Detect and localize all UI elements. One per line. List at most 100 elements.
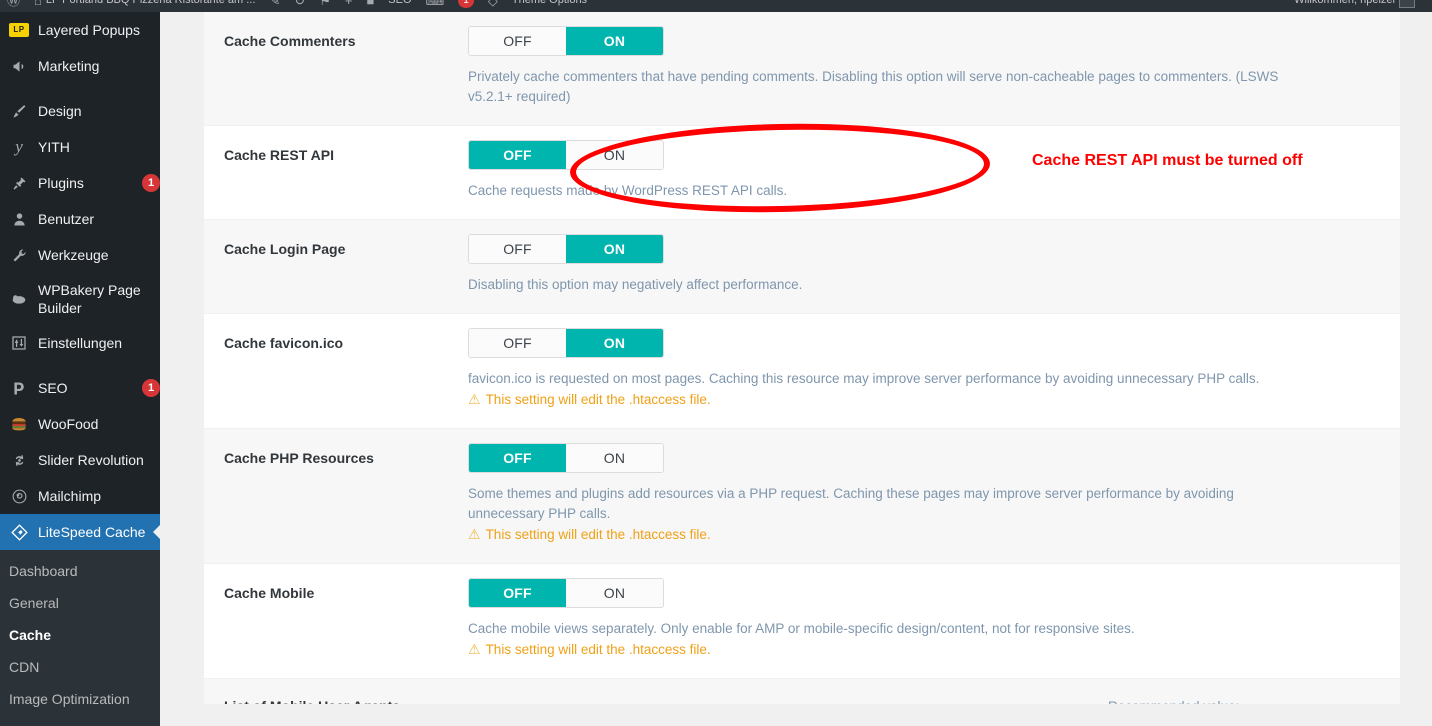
litespeed-icon[interactable]: ◇ (481, 0, 505, 12)
customize-glyph: ✎ (269, 0, 281, 8)
admin-bar-left-group: Ⓦ ⌂ LP Portland BBQ Pizzeria Ristorante … (0, 0, 594, 12)
warning-triangle-icon: ⚠ (468, 526, 481, 542)
mobile-user-agents-columns: Recommended value: (468, 697, 1380, 704)
setting-label: Cache Commenters (224, 33, 356, 49)
mailchimp-icon (9, 486, 29, 506)
cache-favicon-ico-toggle[interactable]: OFF ON (468, 328, 664, 358)
submenu-item-image-optimization[interactable]: Image Optimization (0, 683, 160, 715)
wpbakery-icon (9, 289, 29, 309)
plugins-update-badge: 1 (142, 174, 160, 192)
setting-body: OFF ON favicon.ico is requested on most … (468, 328, 1380, 410)
comments-icon[interactable]: ⌨ (419, 0, 452, 12)
sidebar-item-label: Benutzer (38, 211, 95, 227)
submenu-item-general[interactable]: General (0, 587, 160, 619)
seo-notification-badge: 1 (142, 379, 160, 397)
sidebar-item-yith[interactable]: y YITH (0, 129, 160, 165)
cache-login-page-toggle[interactable]: OFF ON (468, 234, 664, 264)
site-name-menu[interactable]: ⌂ LP Portland BBQ Pizzeria Ristorante am… (27, 0, 262, 12)
toggle-option-on[interactable]: ON (566, 579, 663, 607)
submenu-item-cdn[interactable]: CDN (0, 651, 160, 683)
cache-rest-api-toggle[interactable]: OFF ON (468, 140, 664, 170)
setting-body: Recommended value: (468, 697, 1380, 704)
htaccess-warning: ⚠ This setting will edit the .htaccess f… (468, 390, 1380, 410)
sidebar-item-litespeed-cache[interactable]: LiteSpeed Cache (0, 514, 160, 550)
tools-wrench-icon (9, 245, 29, 265)
toggle-option-off[interactable]: OFF (469, 444, 566, 472)
seo-icon[interactable]: ■ (359, 0, 381, 12)
setting-row-list-of-mobile-user-agents: List of Mobile User Agents Recommended v… (204, 678, 1400, 704)
cache-commenters-toggle[interactable]: OFF ON (468, 26, 664, 56)
toggle-option-on[interactable]: ON (566, 329, 663, 357)
plus-new-icon[interactable]: + (338, 0, 360, 12)
wp-logo-icon[interactable]: Ⓦ (0, 0, 27, 12)
submenu-item-dashboard[interactable]: Dashboard (0, 555, 160, 587)
settings-sliders-icon (9, 333, 29, 353)
admin-screen: Ⓦ ⌂ LP Portland BBQ Pizzeria Ristorante … (0, 0, 1432, 726)
sidebar-item-einstellungen[interactable]: Einstellungen (0, 325, 160, 361)
layered-popups-icon-glyph: LP (9, 23, 29, 37)
sidebar-item-layered-popups[interactable]: LP Layered Popups (0, 12, 160, 48)
sidebar-item-label: YITH (38, 139, 70, 155)
toggle-option-off[interactable]: OFF (469, 329, 566, 357)
warning-triangle-icon: ⚠ (468, 391, 481, 407)
toggle-option-off[interactable]: OFF (469, 579, 566, 607)
customize-icon[interactable]: ✎ (262, 0, 287, 12)
sidebar-item-marketing[interactable]: Marketing (0, 48, 160, 84)
sidebar-item-mailchimp[interactable]: Mailchimp (0, 478, 160, 514)
comments-glyph: ⌨ (425, 0, 445, 8)
sidebar-item-label: WooFood (38, 416, 99, 432)
sidebar-item-label: Einstellungen (38, 335, 123, 351)
recommended-value-label: Recommended value: (1108, 697, 1239, 704)
toggle-option-off[interactable]: OFF (469, 141, 566, 169)
toggle-option-on[interactable]: ON (566, 27, 663, 55)
howdy-account-menu[interactable]: Willkommen, hpelzel (1287, 0, 1422, 12)
sidebar-item-design[interactable]: Design (0, 93, 160, 129)
wpseo-menu-label[interactable]: SEO (381, 0, 418, 12)
submenu-item-page-optimization[interactable]: Page Optimization (0, 715, 160, 726)
toggle-option-on[interactable]: ON (566, 235, 663, 263)
sidebar-item-wpbakery-page-builder[interactable]: WPBakery Page Builder (0, 273, 160, 325)
submenu-item-cache[interactable]: Cache (0, 619, 160, 651)
flag-glyph: ⚑ (319, 0, 331, 8)
toggle-option-on[interactable]: ON (566, 141, 663, 169)
setting-label: Cache REST API (224, 147, 334, 163)
toggle-option-off[interactable]: OFF (469, 235, 566, 263)
sidebar-item-slider-revolution[interactable]: Slider Revolution (0, 442, 160, 478)
sidebar-item-seo[interactable]: SEO 1 (0, 370, 160, 406)
setting-row-cache-commenters: Cache Commenters OFF ON Privately cache … (204, 12, 1400, 125)
yoast-seo-icon (9, 378, 29, 398)
revisions-glyph: ↻ (294, 0, 306, 8)
litespeed-submenu: Dashboard General Cache CDN Image Optimi… (0, 550, 160, 726)
setting-row-cache-rest-api: Cache REST API OFF ON Cache requests mad… (204, 125, 1400, 219)
htaccess-warning-text: This setting will edit the .htaccess fil… (485, 642, 711, 657)
sidebar-item-werkzeuge[interactable]: Werkzeuge (0, 237, 160, 273)
setting-description: Cache requests made by WordPress REST AP… (468, 183, 788, 198)
cache-mobile-toggle[interactable]: OFF ON (468, 578, 664, 608)
sidebar-item-benutzer[interactable]: Benutzer (0, 201, 160, 237)
site-title-label: LP Portland BBQ Pizzeria Ristorante am .… (45, 0, 256, 6)
sidebar-item-plugins[interactable]: Plugins 1 (0, 165, 160, 201)
setting-body: OFF ON Cache mobile views separately. On… (468, 578, 1380, 660)
woofood-burger-icon (9, 414, 29, 434)
comments-count-value: 1 (458, 0, 474, 8)
revisions-icon[interactable]: ↻ (287, 0, 312, 12)
sidebar-item-woofood[interactable]: WooFood (0, 406, 160, 442)
cache-settings-content: Cache Commenters OFF ON Privately cache … (160, 12, 1432, 726)
sidebar-item-label: Plugins (38, 175, 84, 191)
setting-body: OFF ON Cache requests made by WordPress … (468, 140, 1380, 201)
sidebar-item-label: Werkzeuge (38, 247, 109, 263)
avatar (1399, 0, 1415, 8)
cache-php-resources-toggle[interactable]: OFF ON (468, 443, 664, 473)
setting-row-cache-login-page: Cache Login Page OFF ON Disabling this o… (204, 219, 1400, 313)
megaphone-icon (9, 56, 29, 76)
sidebar-item-label: Slider Revolution (38, 452, 144, 468)
toggle-option-off[interactable]: OFF (469, 27, 566, 55)
layered-popups-icon: LP (9, 20, 29, 40)
flag-icon[interactable]: ⚑ (312, 0, 338, 12)
theme-options-menu[interactable]: Theme Options (505, 0, 594, 12)
htaccess-warning: ⚠ This setting will edit the .htaccess f… (468, 640, 1380, 660)
comments-count-badge[interactable]: 1 (451, 0, 481, 12)
sidebar-item-label: Design (38, 103, 82, 119)
setting-label: Cache favicon.ico (224, 335, 344, 351)
toggle-option-on[interactable]: ON (566, 444, 663, 472)
